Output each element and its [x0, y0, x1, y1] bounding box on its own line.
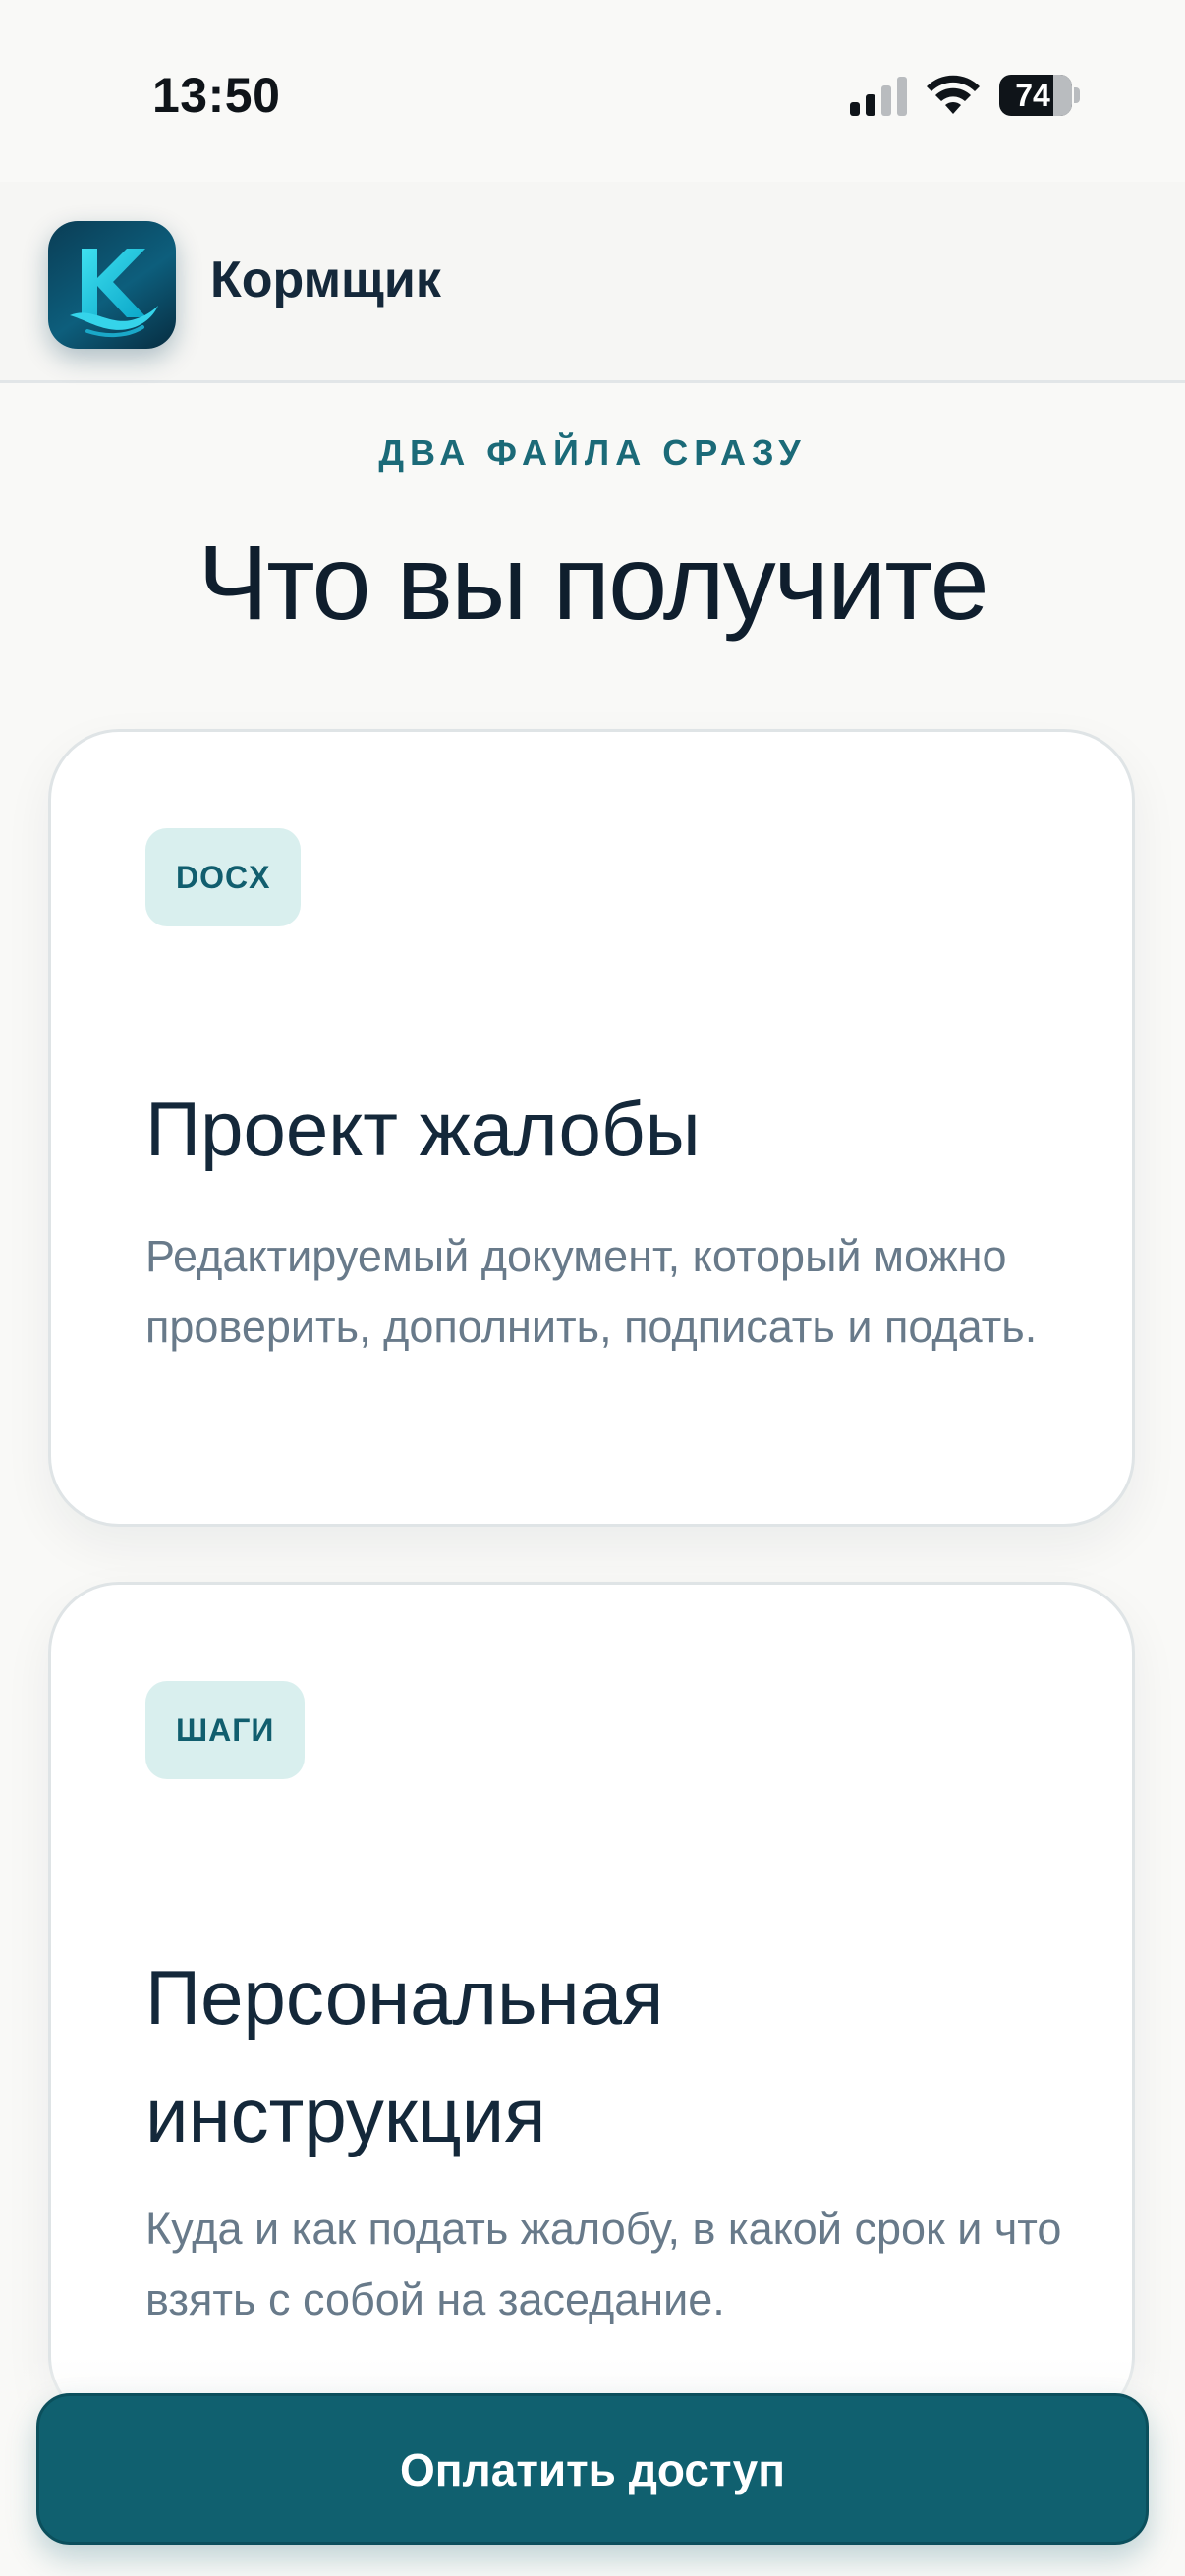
status-time: 13:50 — [152, 68, 281, 123]
deliverable-card-docx: DOCX Проект жалобы Редактируемый докумен… — [48, 729, 1135, 1527]
battery-body: 74 — [999, 75, 1072, 116]
section-title: Что вы получите — [198, 523, 988, 642]
card-description: Куда и как подать жалобу, в какой срок и… — [145, 2204, 1062, 2324]
card-description: Редактируемый документ, который можно пр… — [145, 1231, 1038, 1352]
card-title: Персональная инструкция — [145, 1954, 664, 2158]
wifi-icon — [927, 75, 980, 114]
brand-name: Кормщик — [210, 252, 441, 308]
battery-level: 74 — [1015, 78, 1050, 113]
cellular-signal-icon — [850, 77, 907, 116]
status-bar: 13:50 74 — [0, 0, 1185, 182]
deliverable-card-steps: ШАГИ Персональная инструкция Куда и как … — [48, 1582, 1135, 2427]
battery-cap — [1074, 87, 1080, 103]
section-eyebrow: ДВА ФАЙЛА СРАЗУ — [378, 432, 807, 473]
app-header: Кормщик — [0, 182, 1185, 383]
card-badge: ШАГИ — [145, 1681, 306, 1779]
card-badge: DOCX — [145, 828, 302, 926]
k-wave-logo-icon[interactable] — [48, 221, 176, 349]
pay-access-button[interactable]: Оплатить доступ — [36, 2393, 1149, 2545]
battery-icon: 74 — [999, 75, 1080, 116]
card-title: Проект жалобы — [145, 1086, 701, 1172]
